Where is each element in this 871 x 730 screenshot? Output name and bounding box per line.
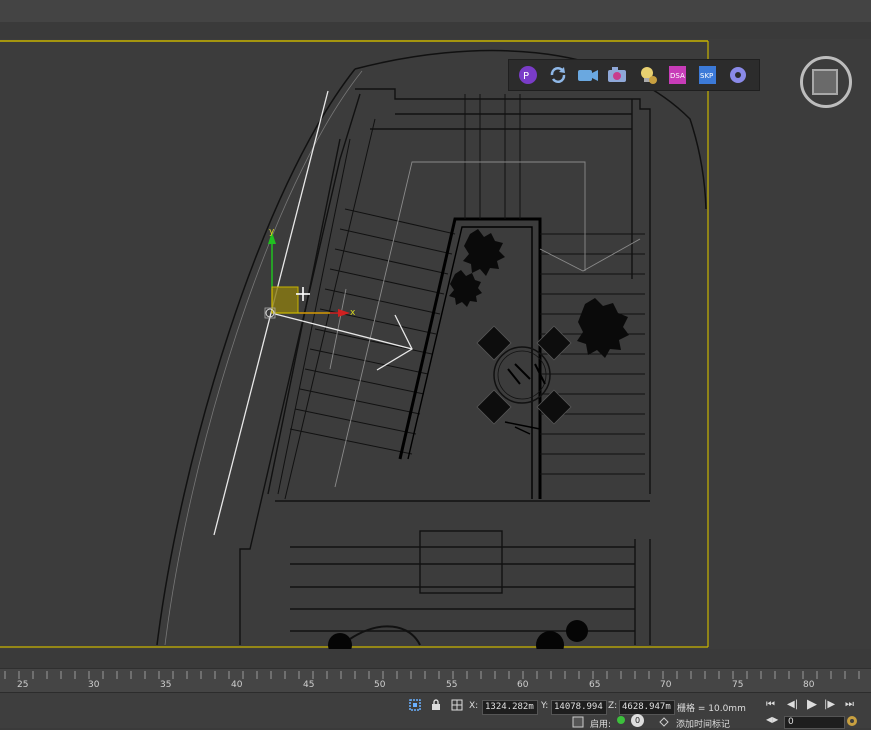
viewport-header — [0, 22, 871, 39]
export-dsa-icon[interactable]: DSA — [665, 62, 691, 88]
y-coordinate-field[interactable]: 14078.994 — [551, 700, 607, 715]
enable-label: 启用: — [590, 720, 612, 730]
timeline-tick-label: 25 — [17, 680, 29, 690]
svg-text:P: P — [523, 71, 529, 82]
time-configuration-icon[interactable] — [845, 714, 859, 728]
z-coordinate-field[interactable]: 4628.947m — [619, 700, 675, 715]
timeline-tick-label: 35 — [160, 680, 172, 690]
screenshot-camera-icon[interactable] — [605, 62, 631, 88]
timeline-tick-label: 55 — [446, 680, 458, 690]
top-viewport[interactable]: y x — [0, 39, 871, 649]
refresh-icon[interactable] — [545, 62, 571, 88]
vertical-cables — [464, 94, 521, 219]
svg-text:DSA: DSA — [670, 72, 685, 80]
gizmo-x-label: x — [350, 308, 356, 318]
selection-region-icon[interactable] — [408, 698, 422, 712]
light-bulb-icon[interactable] — [635, 62, 661, 88]
timeline-ruler[interactable]: 25 30 35 40 45 50 55 60 65 70 75 80 — [0, 668, 871, 693]
menu-bar — [0, 0, 871, 23]
export-skp-icon[interactable]: SKP — [695, 62, 721, 88]
play-icon[interactable]: ▶ — [807, 697, 817, 712]
building-outline — [239, 88, 651, 645]
add-time-tag-label[interactable]: 添加时间标记 — [676, 717, 730, 730]
timeline-tick-label: 60 — [517, 680, 529, 690]
z-label: Z: — [608, 701, 618, 711]
gizmo-y-label: y — [269, 227, 275, 237]
status-bar: X: 1324.282m Y: 14078.994 Z: 4628.947m 栅… — [0, 692, 871, 730]
curved-wall-outer — [156, 68, 356, 646]
timeline-tick-label: 75 — [732, 680, 744, 690]
video-camera-icon[interactable] — [575, 62, 601, 88]
absolute-transform-icon[interactable] — [450, 698, 464, 712]
timeline-tick-label: 30 — [88, 680, 100, 690]
x-label: X: — [469, 701, 479, 711]
svg-text:SKP: SKP — [700, 72, 713, 80]
settings-gear-icon[interactable] — [725, 62, 751, 88]
render-pause-icon[interactable]: P — [515, 62, 541, 88]
go-to-start-icon[interactable]: ⏮ — [766, 699, 775, 710]
dining-set — [476, 325, 572, 435]
x-coordinate-field[interactable]: 1324.282m — [482, 700, 538, 715]
transform-gizmo: y x — [264, 227, 356, 319]
floating-render-toolbar: P DSA SKP — [508, 59, 760, 91]
enable-badge[interactable]: 0 — [631, 714, 644, 727]
timeline-tick-label: 70 — [660, 680, 672, 690]
previous-frame-icon[interactable]: ◀| — [787, 699, 798, 710]
timeline-tick-label: 50 — [374, 680, 386, 690]
y-label: Y: — [541, 701, 549, 711]
enable-status-dot — [617, 716, 625, 724]
view-cube-face[interactable] — [812, 69, 838, 95]
bottom-objects — [328, 620, 588, 649]
current-frame-field[interactable]: 0 — [784, 716, 845, 729]
grid-size-text: 栅格 = 10.0mm — [677, 704, 746, 714]
next-frame-icon[interactable]: |▶ — [824, 699, 835, 710]
timeline-tick-label: 45 — [303, 680, 315, 690]
timeline-tick-label: 65 — [589, 680, 601, 690]
viewport-canvas[interactable]: y x — [0, 39, 871, 649]
time-config-icon[interactable]: ◀▶ — [766, 715, 778, 724]
timeline-tick-label: 80 — [803, 680, 815, 690]
timeline-tick-label: 40 — [231, 680, 243, 690]
lock-icon[interactable] — [429, 698, 443, 712]
go-to-end-icon[interactable]: ⏭ — [845, 699, 854, 710]
